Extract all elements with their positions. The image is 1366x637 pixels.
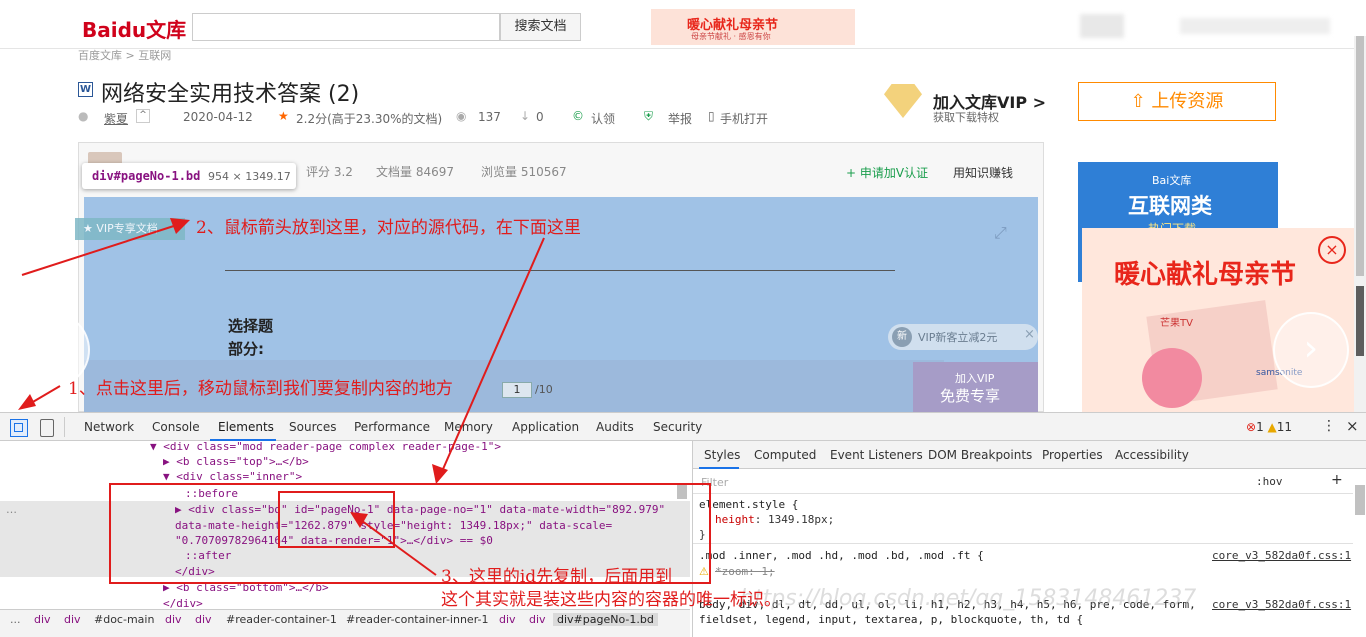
arrow-head: [432, 464, 448, 484]
arrow-head: [18, 394, 36, 410]
arrow-head: [350, 512, 368, 528]
annotation-box-id: [278, 491, 395, 548]
arrow-line: [21, 223, 181, 276]
annotation-box-outer: [109, 483, 711, 584]
arrow-line: [439, 237, 545, 477]
annotation-overlay: [18, 218, 711, 584]
arrow-head: [170, 218, 190, 234]
